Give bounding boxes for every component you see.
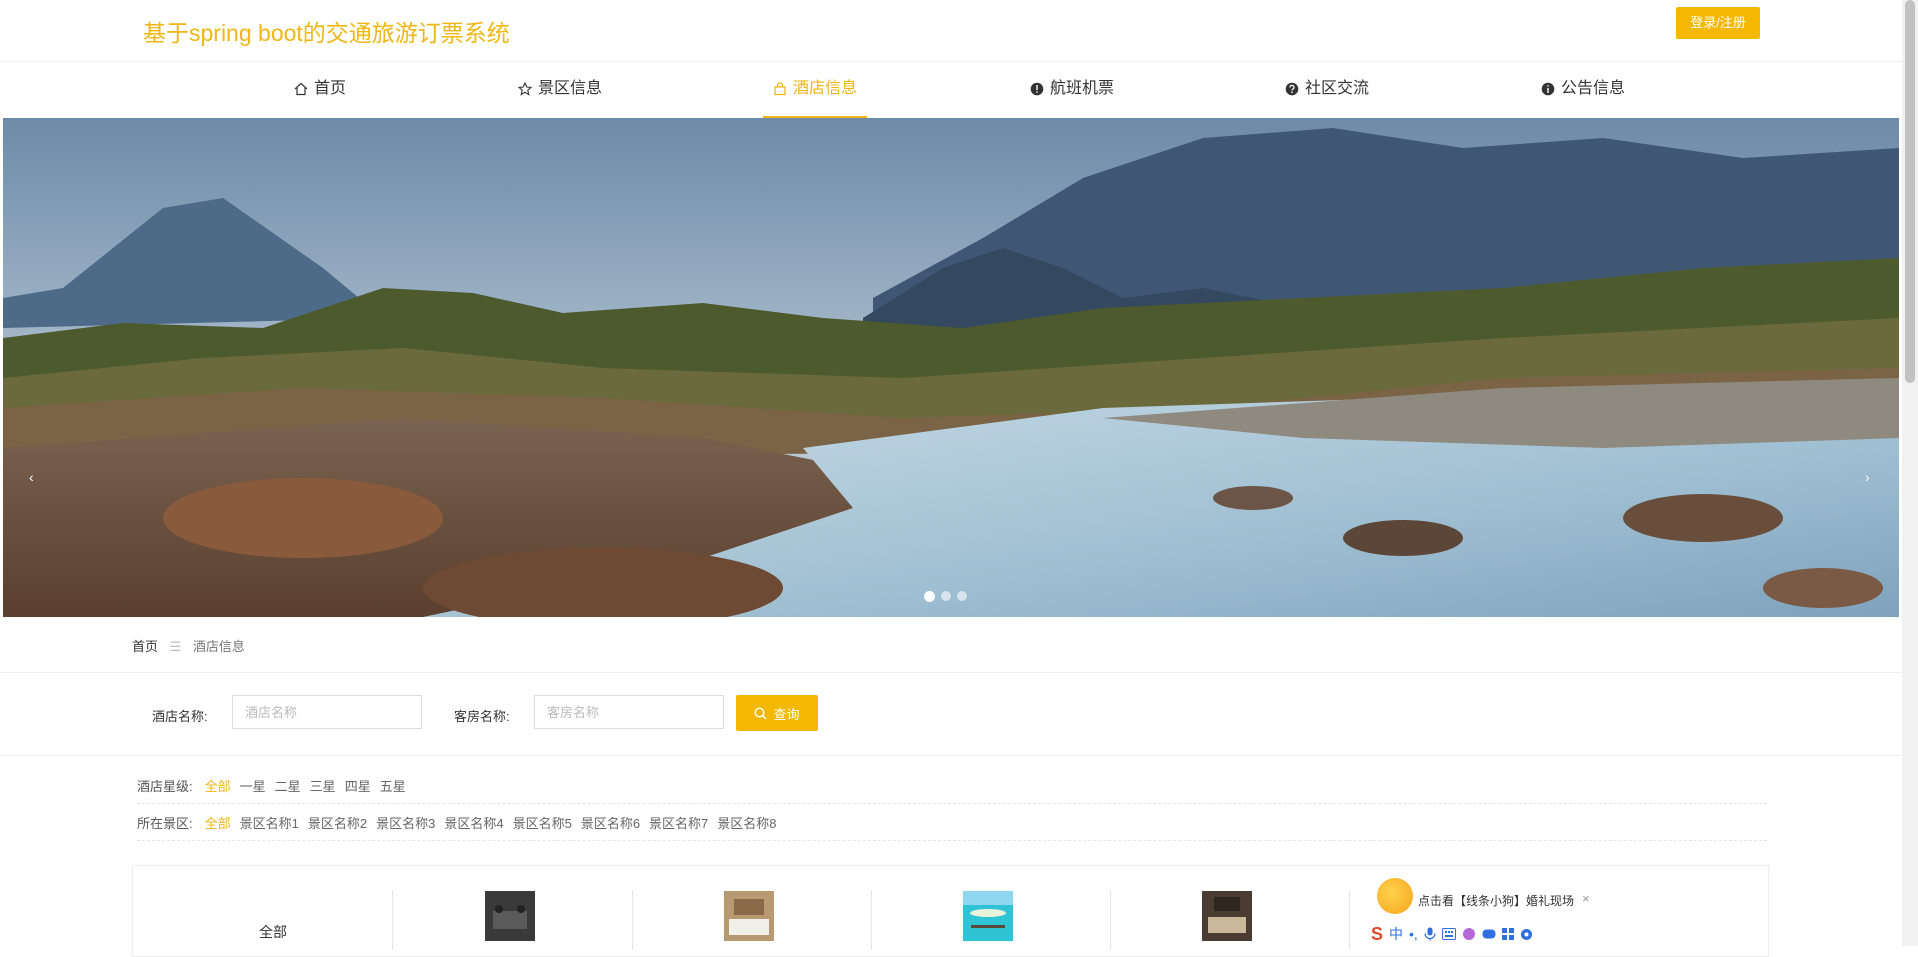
star-option[interactable]: 一星 — [240, 776, 266, 795]
star-option[interactable]: 二星 — [275, 776, 301, 795]
hotel-thumbnail[interactable] — [485, 891, 535, 941]
main-nav: 首页 景区信息 酒店信息 航班机票 社区交流 公告信息 — [0, 62, 1902, 118]
carousel-prev-arrow[interactable]: ‹ — [29, 469, 34, 485]
nav-item-label: 首页 — [314, 80, 347, 97]
hotel-thumbnail[interactable] — [724, 891, 774, 941]
hotel-thumbnail[interactable] — [963, 891, 1013, 941]
search-icon — [754, 706, 767, 719]
settings-icon[interactable] — [1520, 928, 1533, 941]
carousel-dot[interactable] — [957, 591, 967, 601]
ad-text[interactable]: 点击看【线条小狗】婚礼现场 — [1418, 892, 1574, 909]
banner-carousel[interactable]: ‹ › — [3, 118, 1899, 617]
divider — [632, 890, 633, 950]
area-option[interactable]: 全部 — [205, 813, 231, 832]
gamepad-icon[interactable] — [1482, 928, 1496, 940]
breadcrumb-current: 酒店信息 — [192, 639, 245, 654]
divider — [0, 672, 1902, 673]
area-filter-row: 所在景区: 全部 景区名称1 景区名称2 景区名称3 景区名称4 景区名称5 景… — [137, 804, 1767, 841]
area-option[interactable]: 景区名称3 — [376, 813, 435, 832]
room-name-input[interactable] — [534, 695, 724, 729]
star-option[interactable]: 四星 — [345, 776, 371, 795]
page-scrollbar[interactable] — [1902, 0, 1918, 946]
microphone-icon[interactable] — [1424, 927, 1436, 941]
bag-icon — [774, 82, 786, 96]
close-icon[interactable]: × — [1582, 891, 1590, 906]
toolbox-icon[interactable] — [1501, 928, 1514, 940]
area-option[interactable]: 景区名称6 — [581, 813, 640, 832]
breadcrumb-home[interactable]: 首页 — [132, 639, 158, 654]
star-option[interactable]: 五星 — [380, 776, 406, 795]
star-option[interactable]: 全部 — [205, 776, 231, 795]
category-all[interactable]: 全部 — [259, 922, 287, 942]
banner-landscape-image — [3, 118, 1899, 617]
divider — [1349, 890, 1350, 950]
room-name-label: 客房名称: — [454, 709, 510, 724]
carousel-next-arrow[interactable]: › — [1865, 469, 1870, 485]
nav-item-home[interactable]: 首页 — [294, 62, 346, 116]
question-icon — [1285, 82, 1299, 96]
carousel-dots — [924, 591, 967, 602]
nav-item-label: 社区交流 — [1305, 80, 1370, 97]
star-filter-row: 酒店星级: 全部 一星 二星 三星 四星 五星 — [137, 767, 1767, 804]
nav-item-label: 酒店信息 — [793, 80, 858, 97]
site-title: 基于spring boot的交通旅游订票系统 — [143, 20, 510, 46]
star-filter-label: 酒店星级: — [137, 778, 193, 794]
nav-item-flight[interactable]: 航班机票 — [1030, 62, 1114, 116]
nav-item-hotel[interactable]: 酒店信息 — [763, 62, 868, 118]
nav-item-scenic[interactable]: 景区信息 — [518, 62, 602, 116]
nav-item-label: 航班机票 — [1050, 80, 1115, 97]
area-option[interactable]: 景区名称7 — [649, 813, 708, 832]
ime-mode-toggle[interactable]: 中 — [1389, 924, 1403, 944]
area-option[interactable]: 景区名称1 — [240, 813, 299, 832]
divider — [0, 755, 1902, 756]
alert-icon — [1030, 82, 1044, 96]
divider — [392, 890, 393, 950]
area-option[interactable]: 景区名称8 — [717, 813, 776, 832]
home-icon — [294, 82, 308, 96]
site-header: 基于spring boot的交通旅游订票系统 登录/注册 — [0, 0, 1918, 62]
info-icon — [1541, 82, 1555, 96]
nav-item-label: 公告信息 — [1561, 80, 1626, 97]
skin-icon[interactable] — [1462, 927, 1476, 941]
breadcrumb: 首页 ☰ 酒店信息 — [132, 636, 245, 655]
star-icon — [518, 82, 532, 96]
area-option[interactable]: 景区名称4 — [444, 813, 503, 832]
nav-item-community[interactable]: 社区交流 — [1285, 62, 1369, 116]
area-option[interactable]: 景区名称5 — [513, 813, 572, 832]
breadcrumb-separator: ☰ — [169, 639, 182, 654]
search-bar: 酒店名称: 客房名称: 查询 — [0, 695, 1902, 743]
sogou-logo-icon[interactable]: S — [1371, 924, 1383, 945]
sun-mascot-icon — [1377, 878, 1413, 914]
scrollbar-thumb[interactable] — [1905, 0, 1915, 383]
hotel-thumbnail[interactable] — [1202, 891, 1252, 941]
carousel-dot[interactable] — [924, 591, 935, 602]
login-register-button[interactable]: 登录/注册 — [1676, 7, 1760, 39]
hotel-name-label: 酒店名称: — [152, 709, 208, 724]
divider — [1110, 890, 1111, 950]
hotel-name-input[interactable] — [232, 695, 422, 729]
ime-toolbar: S 中 •, — [1371, 922, 1597, 946]
ime-punctuation-toggle[interactable]: •, — [1409, 926, 1418, 942]
area-option[interactable]: 景区名称2 — [308, 813, 367, 832]
star-option[interactable]: 三星 — [310, 776, 336, 795]
divider — [871, 890, 872, 950]
keyboard-icon[interactable] — [1441, 928, 1456, 940]
nav-item-label: 景区信息 — [538, 80, 603, 97]
area-filter-label: 所在景区: — [137, 815, 193, 831]
carousel-dot[interactable] — [941, 591, 951, 601]
search-button[interactable]: 查询 — [736, 695, 818, 731]
search-button-label: 查询 — [773, 706, 800, 722]
nav-item-notice[interactable]: 公告信息 — [1541, 62, 1625, 116]
